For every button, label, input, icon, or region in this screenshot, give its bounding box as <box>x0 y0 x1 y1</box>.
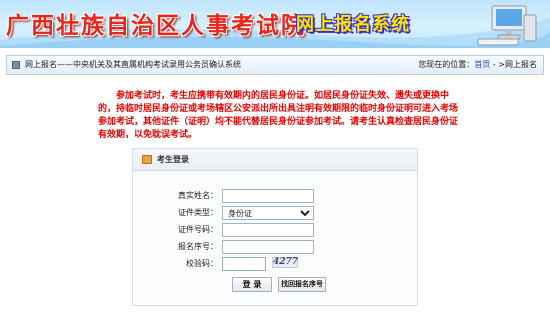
reg-number-row: 报名序号： <box>150 240 218 254</box>
login-panel-header: 考生登录 <box>133 149 417 171</box>
name-row: 真实姓名： <box>150 189 218 203</box>
reg-number-label: 报名序号： <box>178 242 218 251</box>
breadcrumb-bar: 网上报名——中央机关及其直属机构考试录用公务员确认系统 您现在的位置：首页 - … <box>6 55 544 75</box>
captcha-input[interactable] <box>222 257 266 271</box>
find-reg-number-button[interactable]: 找回报名序号 <box>278 277 326 292</box>
reg-number-input[interactable] <box>222 240 314 254</box>
site-title: 广西壮族自治区人事考试院 <box>6 12 306 39</box>
id-number-input[interactable] <box>222 223 314 237</box>
breadcrumb-icon <box>12 61 20 69</box>
location-path: 您现在的位置：首页 - >网上报名 <box>418 56 537 74</box>
login-button[interactable]: 登 录 <box>232 277 272 292</box>
exam-notice: 参加考试时，考生应携带有效期内的居民身份证。如居民身份证失效、遗失或更换中的，持… <box>98 91 459 140</box>
id-number-row: 证件号码： <box>150 223 218 237</box>
name-label: 真实姓名： <box>178 191 218 200</box>
home-link[interactable]: 首页 <box>474 60 490 69</box>
name-input[interactable] <box>222 189 314 203</box>
system-title: 网上报名系统 <box>296 14 410 35</box>
captcha-image[interactable]: 4277 <box>272 257 298 268</box>
computer-icon <box>477 5 537 46</box>
id-type-select[interactable]: 身份证 <box>222 206 314 220</box>
captcha-row: 校验码： <box>150 257 218 271</box>
header-banner: 广西壮族自治区人事考试院 网上报名系统 <box>0 0 550 48</box>
login-panel-title: 考生登录 <box>157 155 189 164</box>
location-prefix: 您现在的位置： <box>418 60 475 69</box>
id-type-label: 证件类型： <box>178 208 218 217</box>
captcha-label: 校验码： <box>186 259 218 268</box>
id-type-row: 证件类型： <box>150 206 218 220</box>
id-number-label: 证件号码： <box>178 225 218 234</box>
breadcrumb-text: 网上报名——中央机关及其直属机构考试录用公务员确认系统 <box>25 60 241 69</box>
location-suffix: - >网上报名 <box>490 60 537 69</box>
user-icon <box>142 155 152 164</box>
